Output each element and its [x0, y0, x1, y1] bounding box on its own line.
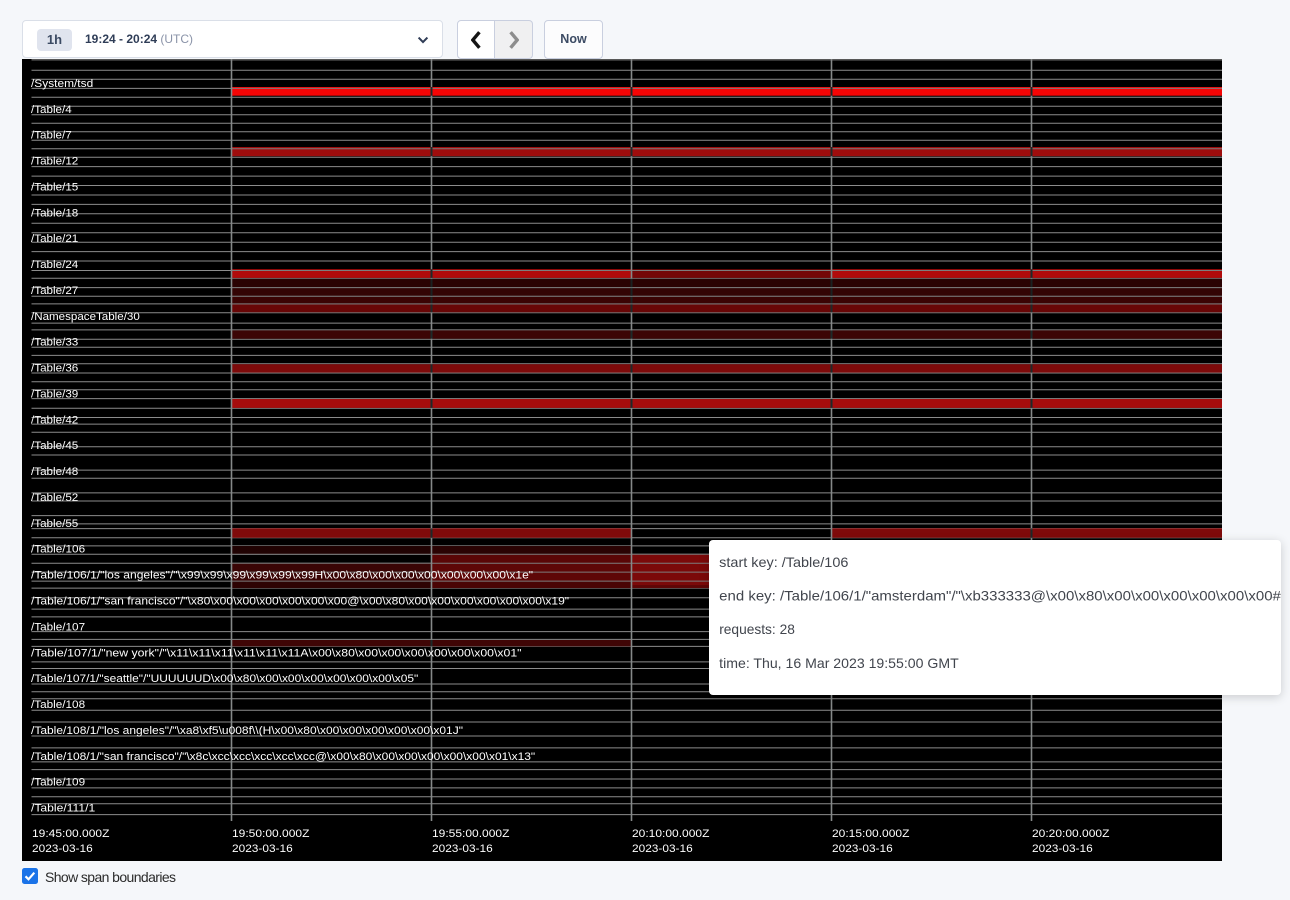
svg-text:/Table/45: /Table/45	[31, 440, 78, 452]
svg-text:/Table/107/1/"seattle"/"UUUUUU: /Table/107/1/"seattle"/"UUUUUUD\x00\x80\…	[31, 673, 418, 685]
svg-text:/Table/39: /Table/39	[31, 389, 78, 401]
svg-text:20:20:00.000Z: 20:20:00.000Z	[1032, 828, 1110, 840]
svg-text:/Table/7: /Table/7	[31, 130, 72, 142]
svg-text:/Table/36: /Table/36	[31, 363, 78, 375]
svg-text:/Table/108/1/"los angeles"/"\x: /Table/108/1/"los angeles"/"\xa8\xf5\u00…	[31, 725, 463, 737]
svg-text:19:50:00.000Z: 19:50:00.000Z	[232, 828, 310, 840]
svg-text:/Table/106/1/"san francisco"/": /Table/106/1/"san francisco"/"\x80\x00\x…	[31, 596, 569, 608]
svg-text:2023-03-16: 2023-03-16	[832, 843, 893, 855]
svg-text:2023-03-16: 2023-03-16	[432, 843, 493, 855]
svg-text:/Table/108: /Table/108	[31, 699, 85, 711]
svg-text:/Table/18: /Table/18	[31, 207, 78, 219]
svg-text:/Table/48: /Table/48	[31, 466, 78, 478]
svg-text:2023-03-16: 2023-03-16	[1032, 843, 1093, 855]
svg-text:/Table/15: /Table/15	[31, 181, 78, 193]
svg-text:/Table/107: /Table/107	[31, 621, 85, 633]
svg-text:19:55:00.000Z: 19:55:00.000Z	[432, 828, 510, 840]
svg-text:2023-03-16: 2023-03-16	[632, 843, 693, 855]
svg-text:20:10:00.000Z: 20:10:00.000Z	[632, 828, 710, 840]
svg-text:/Table/42: /Table/42	[31, 414, 78, 426]
svg-text:/Table/21: /Table/21	[31, 233, 78, 245]
svg-text:/Table/109: /Table/109	[31, 777, 85, 789]
svg-text:/Table/12: /Table/12	[31, 156, 78, 168]
svg-text:/Table/4: /Table/4	[31, 104, 72, 116]
svg-text:/Table/107/1/"new york"/"\x11\: /Table/107/1/"new york"/"\x11\x11\x11\x1…	[31, 647, 522, 659]
svg-text:/Table/33: /Table/33	[31, 337, 78, 349]
svg-text:/Table/108/1/"san francisco"/": /Table/108/1/"san francisco"/"\x8c\xcc\x…	[31, 751, 535, 763]
svg-text:/Table/111/1: /Table/111/1	[31, 803, 95, 815]
svg-text:2023-03-16: 2023-03-16	[232, 843, 293, 855]
svg-text:/Table/106/1/"los angeles"/"\x: /Table/106/1/"los angeles"/"\x99\x99\x99…	[31, 570, 533, 582]
svg-text:/Table/24: /Table/24	[31, 259, 78, 271]
svg-text:/System/tsd: /System/tsd	[31, 78, 93, 90]
svg-text:2023-03-16: 2023-03-16	[32, 843, 93, 855]
svg-text:requests: 28: requests: 28	[719, 621, 795, 637]
svg-text:/Table/106: /Table/106	[31, 544, 85, 556]
svg-text:time: Thu, 16 Mar 2023 19:55:0: time: Thu, 16 Mar 2023 19:55:00 GMT	[719, 655, 959, 671]
svg-text:/Table/52: /Table/52	[31, 492, 78, 504]
svg-text:end key: /Table/106/1/"amsterd: end key: /Table/106/1/"amsterdam"/"\xb33…	[719, 588, 1281, 604]
svg-text:/NamespaceTable/30: /NamespaceTable/30	[31, 311, 140, 323]
svg-text:start key: /Table/106: start key: /Table/106	[719, 554, 848, 570]
svg-text:19:45:00.000Z: 19:45:00.000Z	[32, 828, 110, 840]
svg-text:/Table/27: /Table/27	[31, 285, 78, 297]
svg-text:20:15:00.000Z: 20:15:00.000Z	[832, 828, 910, 840]
svg-text:/Table/55: /Table/55	[31, 518, 78, 530]
